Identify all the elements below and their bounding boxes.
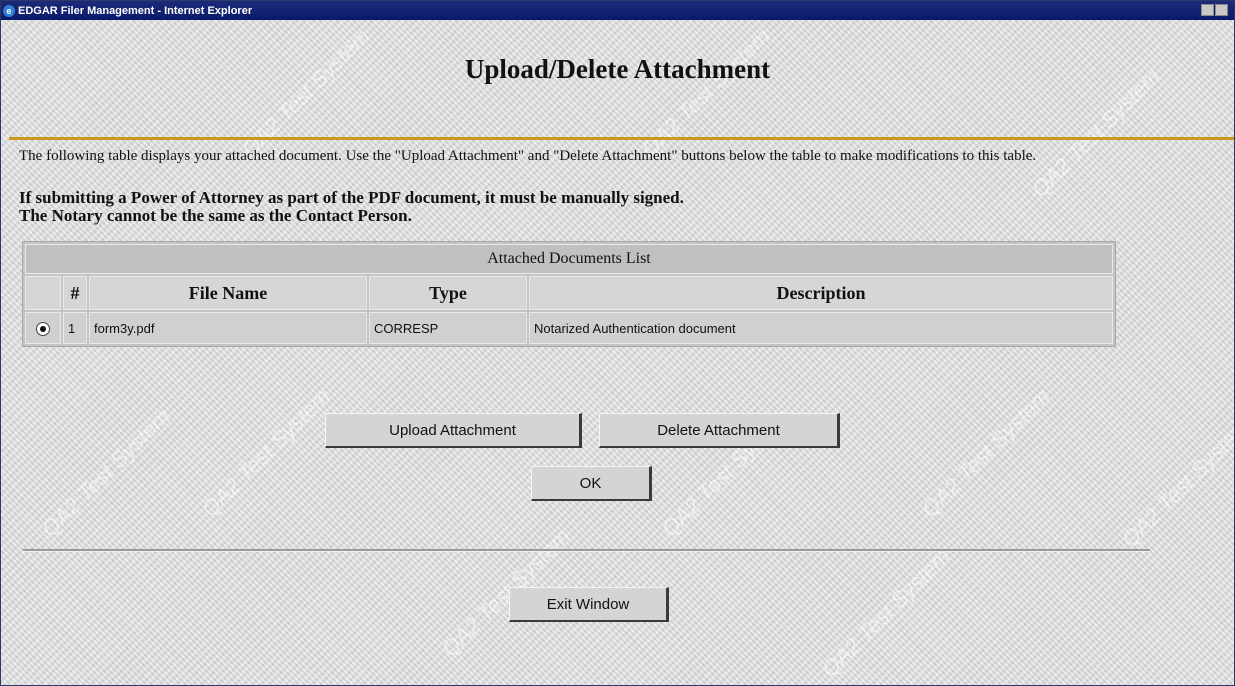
- watermark: QA2 Test System: [236, 23, 375, 162]
- title-bar: e EDGAR Filer Management - Internet Expl…: [1, 1, 1234, 20]
- section-divider: [23, 549, 1150, 552]
- exit-window-button[interactable]: Exit Window: [509, 587, 669, 622]
- window-controls: [1201, 4, 1228, 16]
- col-num-header: #: [63, 276, 87, 310]
- delete-attachment-button[interactable]: Delete Attachment: [599, 413, 840, 448]
- row-select-radio[interactable]: [35, 321, 50, 336]
- col-file-name-header: File Name: [89, 276, 367, 310]
- ie-icon: e: [3, 4, 15, 17]
- col-description-header: Description: [529, 276, 1113, 310]
- row-description: Notarized Authentication document: [529, 312, 1113, 344]
- watermark: QA2 Test System: [636, 23, 775, 162]
- table-row: 1 form3y.pdf CORRESP Notarized Authentic…: [25, 312, 1113, 344]
- minimize-icon[interactable]: [1201, 4, 1214, 16]
- col-select-header: [25, 276, 61, 310]
- watermark: QA2 Test System: [916, 383, 1055, 522]
- notice-text: If submitting a Power of Attorney as par…: [19, 189, 1159, 225]
- attached-documents-table: Attached Documents List # File Name Type…: [22, 241, 1116, 347]
- row-select-cell: [25, 312, 61, 344]
- col-type-header: Type: [369, 276, 527, 310]
- notice-line-2: The Notary cannot be the same as the Con…: [19, 206, 412, 225]
- watermark: QA2 Test System: [1116, 413, 1234, 552]
- notice-line-1: If submitting a Power of Attorney as par…: [19, 188, 684, 207]
- intro-text: The following table displays your attach…: [19, 148, 1037, 164]
- watermark: QA2 Test System: [196, 383, 335, 522]
- browser-window: e EDGAR Filer Management - Internet Expl…: [0, 0, 1235, 686]
- row-type: CORRESP: [369, 312, 527, 344]
- window-title: EDGAR Filer Management - Internet Explor…: [18, 4, 253, 17]
- table-header-row: # File Name Type Description: [25, 276, 1113, 310]
- row-num: 1: [63, 312, 87, 344]
- maximize-icon[interactable]: [1215, 4, 1228, 16]
- ok-button[interactable]: OK: [531, 466, 652, 501]
- watermark: QA2 Test System: [36, 403, 175, 542]
- watermark: QA2 Test System: [816, 543, 955, 682]
- table-caption: Attached Documents List: [25, 244, 1113, 274]
- page-content: QA2 Test System QA2 Test System QA2 Test…: [1, 20, 1234, 685]
- title-divider: [9, 137, 1234, 140]
- upload-attachment-button[interactable]: Upload Attachment: [325, 413, 582, 448]
- page-title: Upload/Delete Attachment: [464, 54, 771, 84]
- row-file-name: form3y.pdf: [89, 312, 367, 344]
